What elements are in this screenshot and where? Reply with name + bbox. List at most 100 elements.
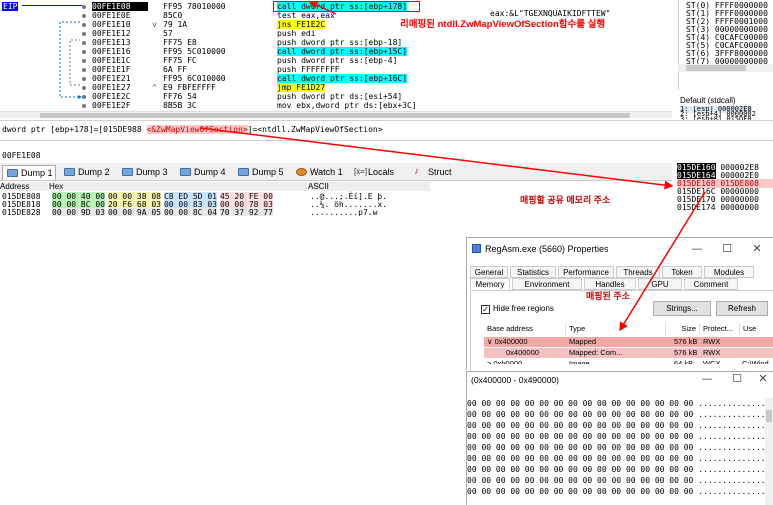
- tab-locals[interactable]: [x=] Locals: [350, 165, 406, 180]
- breakpoint-dot-icon[interactable]: [82, 41, 86, 45]
- tab-modules[interactable]: Modules: [704, 266, 754, 278]
- info-line: dword ptr [ebp+178]=[015DE988 <&ZwMapVie…: [2, 125, 383, 134]
- horizontal-scrollbar[interactable]: [0, 111, 672, 118]
- tab-performance[interactable]: Performance: [558, 266, 614, 278]
- disasm-instruction-cell: jmp FE1D27: [277, 83, 467, 92]
- calling-convention-select[interactable]: Default (stdcall): [680, 96, 736, 105]
- hex-group[interactable]: 70 37 92 77: [219, 208, 273, 216]
- struct-icon: ♪: [414, 166, 419, 177]
- dump-hex[interactable]: 00 00 9D 03 00 00 9A 05 00 00 8C 04 70 37 9…: [52, 208, 276, 216]
- memory-scrollbar[interactable]: [765, 398, 773, 505]
- hex-group[interactable]: 00 00 8C 04: [163, 208, 217, 216]
- stack-row[interactable]: 015DE174 00000000: [677, 203, 773, 212]
- minimize-icon[interactable]: —: [685, 238, 709, 260]
- tab-general[interactable]: General: [470, 266, 508, 278]
- disasm-bytes: 8B5B 3C: [163, 101, 197, 110]
- disasm-row[interactable]: 00FE1E1C FF75 FC push dword ptr ss:[ebp-4]: [0, 56, 672, 65]
- maximize-icon[interactable]: ☐: [715, 238, 739, 260]
- breakpoint-dot-icon[interactable]: [82, 50, 86, 54]
- memory-line[interactable]: 00 00 00 00 00 00 00 00 00 00 00 00 00 0…: [467, 465, 773, 474]
- region-use: C:\Wind: [742, 359, 769, 364]
- tab-token[interactable]: Token: [662, 266, 702, 278]
- breakpoint-dot-icon[interactable]: [82, 32, 86, 36]
- disasm-row[interactable]: 00FE1E21 FF95 6C010000 call dword ptr ss:[…: [0, 74, 672, 83]
- col-type[interactable]: Type: [566, 323, 666, 335]
- tab-dump-3[interactable]: Dump 3: [118, 165, 172, 180]
- tab-statistics[interactable]: Statistics: [510, 266, 556, 278]
- disasm-row[interactable]: 00FE1E2F 8B5B 3C mov ebx,dword ptr ds:[ebx…: [0, 101, 672, 110]
- memory-region-row[interactable]: 0x400000 Mapped: Com... 576 kB RWX: [484, 348, 773, 358]
- disasm-address: 00FE1E21: [92, 74, 131, 83]
- col-size[interactable]: Size: [666, 323, 700, 335]
- minimize-icon[interactable]: —: [695, 372, 719, 385]
- breakpoint-dot-icon[interactable]: [82, 77, 86, 81]
- stack-pane[interactable]: 015DE160 000002E8 015DE164 000002E0 015DE1…: [675, 162, 773, 216]
- checkbox-check-icon: ✓: [481, 305, 490, 314]
- memory-line[interactable]: 00 00 00 00 00 00 00 00 00 00 00 00 00 0…: [467, 399, 773, 408]
- separator: [0, 120, 773, 121]
- disasm-row[interactable]: 00FE1E12 57 push edi: [0, 29, 672, 38]
- region-size: 576 kB: [674, 348, 698, 357]
- dump-tabs: Dump 1 Dump 2 Dump 3 Dump 4 Dump 5 Watch 1 [x=…: [0, 163, 672, 181]
- disasm-row[interactable]: 00FE1E2C FF76 54 push dword ptr ds:[esi+54…: [0, 92, 672, 101]
- stack-address: 015DE174: [677, 203, 716, 212]
- col-use[interactable]: Use: [740, 323, 773, 335]
- tab-memory[interactable]: Memory: [470, 278, 510, 290]
- breakpoint-dot-icon[interactable]: [82, 104, 86, 108]
- tab-environment[interactable]: Environment: [512, 278, 582, 290]
- disasm-bytes: 57: [163, 29, 173, 38]
- disasm-row[interactable]: 00FE1E13 FF75 E8 push dword ptr ss:[ebp-18…: [0, 38, 672, 47]
- tab-dump-1[interactable]: Dump 1: [2, 165, 56, 180]
- memory-line[interactable]: 00 00 00 00 00 00 00 00 00 00 00 00 00 0…: [467, 454, 773, 463]
- memory-line[interactable]: 00 00 00 00 00 00 00 00 00 00 00 00 00 0…: [467, 476, 773, 485]
- tab-threads[interactable]: Threads: [616, 266, 660, 278]
- memory-line[interactable]: 00 00 00 00 00 00 00 00 00 00 00 00 00 0…: [467, 410, 773, 419]
- disasm-row[interactable]: 00FE1E27 ^ E9 FBFEFFFF jmp FE1D27: [0, 83, 672, 92]
- disassembly-pane[interactable]: EIP 00FE1E08 FF95 78010000 call dword ptr …: [0, 0, 672, 118]
- register-scrollbar[interactable]: [678, 64, 773, 72]
- tab-watch-1[interactable]: Watch 1: [292, 165, 346, 180]
- hex-group[interactable]: 00 00 9D 03: [52, 208, 105, 216]
- disasm-row[interactable]: 00FE1E1F 6A FF push FFFFFFFF: [0, 65, 672, 74]
- column-hex[interactable]: Hex: [49, 182, 307, 191]
- tab-dump-2[interactable]: Dump 2: [60, 165, 114, 180]
- hide-free-regions-checkbox[interactable]: ✓ Hide free regions: [481, 304, 554, 314]
- col-protect[interactable]: Protect...: [700, 323, 740, 335]
- disasm-instruction-cell: mov ebx,dword ptr ds:[ebx+3C]: [277, 101, 467, 110]
- memory-region-row[interactable]: ∨ 0x400000 Mapped 576 kB RWX: [484, 337, 773, 347]
- hex-group[interactable]: 00 00 9A 05: [107, 208, 161, 216]
- breakpoint-dot-icon[interactable]: [82, 68, 86, 72]
- disasm-row[interactable]: 00FE1E16 FF95 5C010000 call dword ptr ss:[…: [0, 47, 672, 56]
- separator: [0, 140, 773, 141]
- close-icon[interactable]: ✕: [751, 372, 773, 385]
- memory-line[interactable]: 00 00 00 00 00 00 00 00 00 00 00 00 00 0…: [467, 432, 773, 441]
- col-base-address[interactable]: Base address: [484, 323, 566, 335]
- breakpoint-dot-icon[interactable]: [82, 14, 86, 18]
- column-address[interactable]: Address: [0, 182, 48, 191]
- tab-struct[interactable]: ♪ Struct: [410, 165, 460, 180]
- tab-comment[interactable]: Comment: [684, 278, 738, 290]
- strings-button[interactable]: Strings...: [653, 301, 711, 316]
- maximize-icon[interactable]: ☐: [725, 372, 749, 385]
- tab-gpu[interactable]: GPU: [638, 278, 682, 290]
- breakpoint-dot-icon[interactable]: [82, 59, 86, 63]
- dump-pane[interactable]: Address Hex ASCII 015DE808 00 00 40 00 00 …: [0, 182, 430, 216]
- breakpoint-dot-icon[interactable]: [82, 23, 86, 27]
- memory-window-title: (0x400000 - 0x490000): [471, 375, 559, 385]
- breakpoint-dot-icon[interactable]: [82, 95, 86, 99]
- dump-ascii[interactable]: ..........p7.w: [310, 208, 377, 216]
- tab-dump-5[interactable]: Dump 5: [234, 165, 288, 180]
- column-ascii[interactable]: ASCII: [308, 182, 430, 191]
- memory-line[interactable]: 00 00 00 00 00 00 00 00 00 00 00 00 00 0…: [467, 443, 773, 452]
- tab-dump-4[interactable]: Dump 4: [176, 165, 230, 180]
- fpu-register-pane[interactable]: ST(0) FFFF0000000 ST(1) FFFF0000000 ST(2) …: [678, 0, 773, 90]
- breakpoint-dot-icon[interactable]: [82, 5, 86, 9]
- memory-line[interactable]: 00 00 00 00 00 00 00 00 00 00 00 00 00 0…: [467, 487, 773, 496]
- refresh-button[interactable]: Refresh: [716, 301, 768, 316]
- close-icon[interactable]: ✕: [745, 238, 769, 260]
- dump-address[interactable]: 015DE828: [2, 208, 41, 216]
- memory-region-row[interactable]: > 0xb0000 Image 64 kB WCX C:\Wind: [484, 359, 773, 364]
- checkbox-label: Hide free regions: [493, 304, 554, 313]
- breakpoint-dot-icon[interactable]: [82, 86, 86, 90]
- memory-line[interactable]: 00 00 00 00 00 00 00 00 00 00 00 00 00 0…: [467, 421, 773, 430]
